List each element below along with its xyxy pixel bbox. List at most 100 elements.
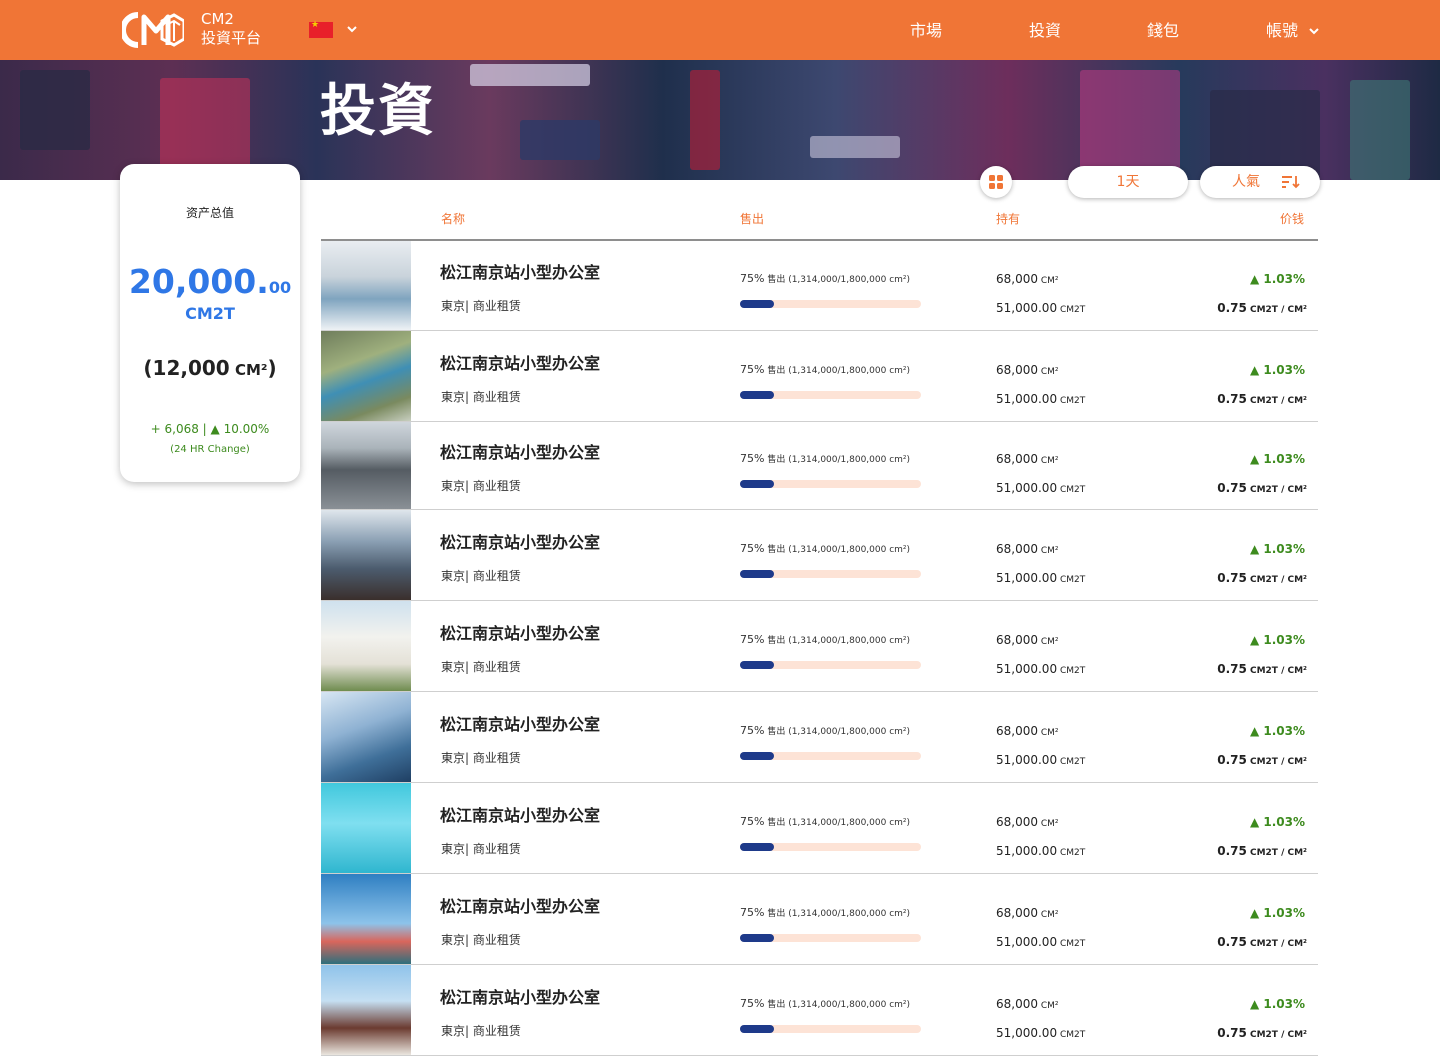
unit-price-value: 0.75 [1217,570,1247,585]
property-thumbnail[interactable] [321,783,411,873]
property-title[interactable]: 松江南京站小型办公室 [440,714,600,736]
grid-view-button[interactable] [980,166,1012,198]
china-flag-icon[interactable]: ★ [309,20,333,38]
price-change: ▲ 1.03% [1249,632,1305,647]
property-title[interactable]: 松江南京站小型办公室 [440,353,600,375]
sold-percent: 75% [740,452,765,465]
sold-progress-bar [740,569,921,578]
cm-logo[interactable] [122,11,184,49]
property-thumbnail[interactable] [321,331,411,421]
holding-area-unit: CM² [1038,366,1059,377]
holding-area-value: 68,000 [996,905,1038,920]
hero-banner: 投資 [0,60,1440,180]
column-header-price[interactable]: 价钱 [1258,211,1304,227]
property-thumbnail[interactable] [321,241,411,330]
table-row[interactable]: 松江南京站小型办公室 東京| 商业租赁 75% 售出 (1,314,000/1,80… [321,601,1318,692]
sold-word: 售出 [764,726,786,737]
table-row[interactable]: 松江南京站小型办公室 東京| 商业租赁 75% 售出 (1,314,000/1,80… [321,783,1318,874]
property-title[interactable]: 松江南京站小型办公室 [440,987,600,1009]
property-title[interactable]: 松江南京站小型办公室 [440,532,600,554]
sold-percent: 75% [740,632,765,646]
property-location: 東京| 商业租赁 [441,659,521,674]
holding-tokens-value: 51,000.00 [996,570,1058,585]
unit-price: 0.75 CM2T / CM² [1201,752,1307,770]
period-filter-button[interactable]: 1天 [1068,166,1188,198]
holding-tokens: 51,000.00 CM2T [996,570,1085,588]
table-row[interactable]: 松江南京站小型办公室東京| 商业租赁 75% 售出 (1,314,000/1,80… [321,422,1318,510]
table-row[interactable]: 松江南京站小型办公室 東京| 商业租赁 75% 售出 (1,314,000/1,80… [321,510,1318,601]
sold-progress-bar [740,751,921,760]
holding-area-unit: CM² [1038,1000,1059,1011]
property-title[interactable]: 松江南京站小型办公室 [440,442,600,464]
brand-name: CM2 投資平台 [201,10,261,48]
sold-percent: 75% [740,905,765,919]
holding-tokens: 51,000.00 CM2T [996,480,1085,498]
holding-area: 68,000 CM² [996,905,1059,923]
property-thumbnail[interactable] [321,692,411,782]
property-thumbnail[interactable] [321,874,411,964]
table-row[interactable]: 松江南京站小型办公室 東京| 商业租赁 75% 售出 (1,314,000/1,80… [321,241,1318,331]
nav-market[interactable]: 市場 [910,20,942,42]
sold-progress-bar [740,842,921,851]
price-change: ▲ 1.03% [1249,272,1305,286]
sold-word: 售出 [764,275,786,285]
sold-progress-fill [740,751,775,760]
unit-price-unit: CM2T / CM² [1246,847,1307,858]
sold-percent: 75% [740,362,765,376]
table-row[interactable]: 松江南京站小型办公室 東京| 商业租赁 75% 售出 (1,314,000/1,80… [321,331,1318,422]
unit-price: 0.75 CM2T / CM² [1201,661,1307,679]
holding-tokens-unit: CM2T [1057,574,1086,585]
holding-tokens: 51,000.00 CM2T [996,300,1085,318]
holding-tokens-value: 51,000.00 [996,481,1058,495]
column-header-name[interactable]: 名称 [441,211,465,227]
holding-area-value: 68,000 [996,362,1038,377]
unit-price-value: 0.75 [1217,1025,1247,1040]
property-thumbnail[interactable] [321,601,411,691]
holding-area-value: 68,000 [996,541,1038,556]
property-location: 東京| 商业租赁 [441,479,521,493]
table-row[interactable]: 松江南京站小型办公室 東京| 商业租赁 75% 售出 (1,314,000/1,80… [321,965,1318,1056]
total-assets-dot: . [256,262,269,301]
sold-progress-fill [740,390,775,399]
property-title[interactable]: 松江南京站小型办公室 [440,896,600,918]
sold-word: 售出 [764,544,786,555]
sold-detail: (1,314,000/1,800,000 cm²) [785,455,911,465]
top-navbar: CM2 投資平台 ★ 市場 投資 錢包 帳號 [0,0,1440,60]
property-thumbnail[interactable] [321,510,411,600]
table-row[interactable]: 松江南京站小型办公室 東京| 商业租赁 75% 售出 (1,314,000/1,80… [321,692,1318,783]
sold-detail: (1,314,000/1,800,000 cm²) [785,275,911,285]
total-area-unit: CM² [229,361,268,379]
sold-progress-fill [740,480,775,488]
change-24h-note: (24 HR Change) [170,444,250,455]
property-thumbnail[interactable] [321,422,411,509]
sort-button[interactable]: 人氣 [1200,166,1320,198]
chevron-down-icon[interactable] [1307,24,1321,38]
holding-area-value: 68,000 [996,814,1038,829]
sold-word: 售出 [764,455,786,465]
sort-descending-icon [1282,176,1300,189]
property-location: 東京| 商业租赁 [441,750,521,765]
sold-percent: 75% [740,541,765,555]
sold-progress-fill [740,933,775,942]
unit-price-unit: CM2T / CM² [1246,574,1307,585]
sold-progress-label: 75% 售出 (1,314,000/1,800,000 cm²) [740,996,910,1013]
total-assets-int: 20,000 [128,262,257,301]
holding-area-unit: CM² [1038,545,1059,556]
holding-tokens-unit: CM2T [1057,1029,1086,1040]
holding-tokens: 51,000.00 CM2T [996,391,1085,409]
property-title[interactable]: 松江南京站小型办公室 [440,623,600,645]
sold-word: 售出 [764,817,786,828]
column-header-sold[interactable]: 售出 [740,211,764,227]
column-header-holding[interactable]: 持有 [996,211,1020,227]
nav-account[interactable]: 帳號 [1266,20,1298,42]
property-title[interactable]: 松江南京站小型办公室 [440,805,600,827]
property-title[interactable]: 松江南京站小型办公室 [440,262,600,284]
property-thumbnail[interactable] [321,965,411,1055]
nav-wallet[interactable]: 錢包 [1147,20,1179,42]
chevron-down-icon[interactable] [345,22,359,36]
table-row[interactable]: 松江南京站小型办公室 東京| 商业租赁 75% 售出 (1,314,000/1,80… [321,874,1318,965]
price-change: ▲ 1.03% [1249,541,1305,556]
unit-price: 0.75 CM2T / CM² [1201,1025,1307,1043]
nav-invest[interactable]: 投資 [1029,20,1061,42]
holding-area: 68,000 CM² [996,632,1059,650]
